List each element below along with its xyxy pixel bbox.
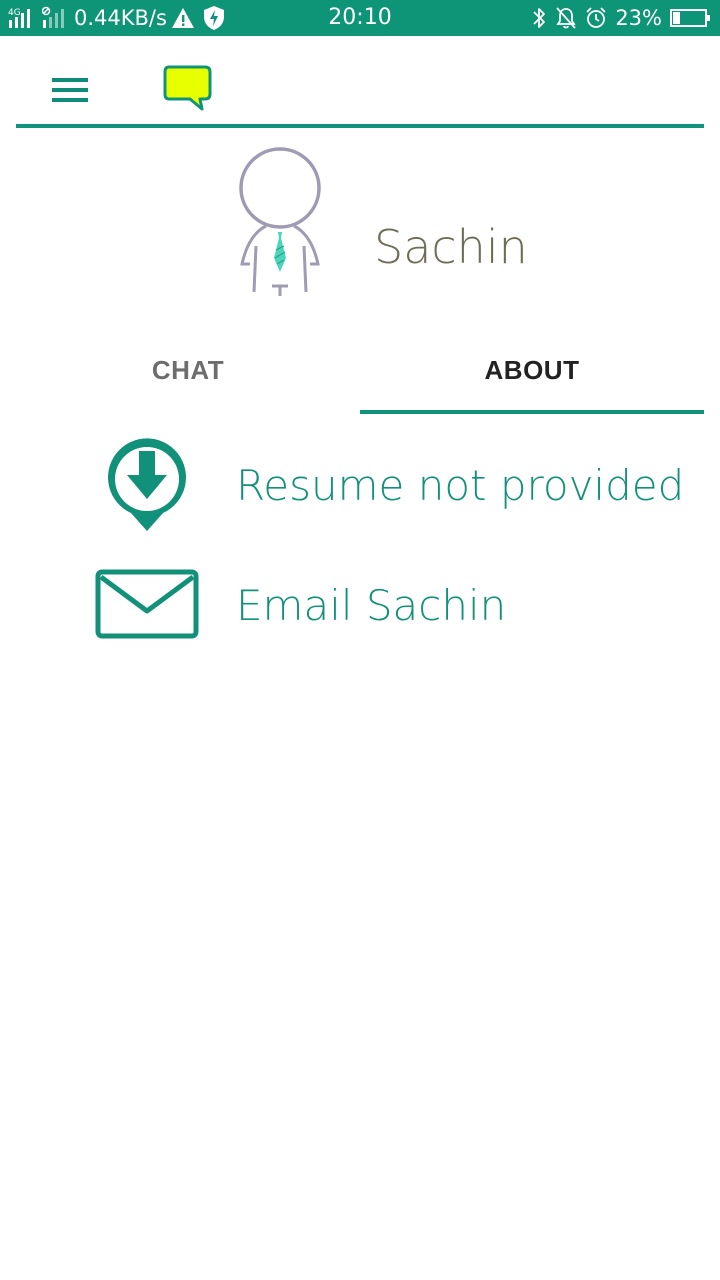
bluetooth-icon bbox=[531, 6, 547, 30]
app-bar bbox=[16, 36, 704, 128]
battery-icon bbox=[670, 7, 712, 29]
shield-icon bbox=[203, 5, 225, 31]
email-icon bbox=[92, 550, 202, 660]
menu-icon bbox=[52, 78, 88, 102]
warning-icon bbox=[171, 7, 195, 29]
avatar bbox=[232, 146, 328, 298]
signal-icon bbox=[42, 6, 70, 30]
menu-button[interactable] bbox=[48, 74, 92, 108]
status-bar: 4G 0.44KB/s 20:10 23% bbox=[0, 0, 720, 36]
tab-bar: CHAT ABOUT bbox=[16, 326, 704, 414]
download-pin-icon bbox=[92, 430, 202, 540]
status-left-group: 4G 0.44KB/s bbox=[8, 0, 229, 36]
tab-about[interactable]: ABOUT bbox=[360, 326, 704, 414]
battery-percent: 23% bbox=[615, 6, 662, 30]
tab-selected-indicator bbox=[360, 410, 704, 414]
data-speed: 0.44KB/s bbox=[74, 6, 167, 30]
svg-text:4G: 4G bbox=[8, 8, 21, 18]
bell-off-icon bbox=[555, 6, 577, 30]
status-right-group: 23% bbox=[523, 0, 712, 36]
resume-label: Resume not provided bbox=[236, 460, 685, 510]
email-row[interactable]: Email Sachin bbox=[92, 550, 712, 660]
signal-icon: 4G bbox=[8, 6, 38, 30]
email-label: Email Sachin bbox=[236, 580, 507, 630]
profile-name: Sachin bbox=[374, 220, 528, 274]
resume-row[interactable]: Resume not provided bbox=[92, 430, 712, 540]
tab-chat[interactable]: CHAT bbox=[16, 326, 360, 414]
alarm-icon bbox=[585, 6, 607, 30]
chat-bubble-icon bbox=[162, 64, 214, 114]
person-with-tie-icon bbox=[239, 147, 321, 296]
